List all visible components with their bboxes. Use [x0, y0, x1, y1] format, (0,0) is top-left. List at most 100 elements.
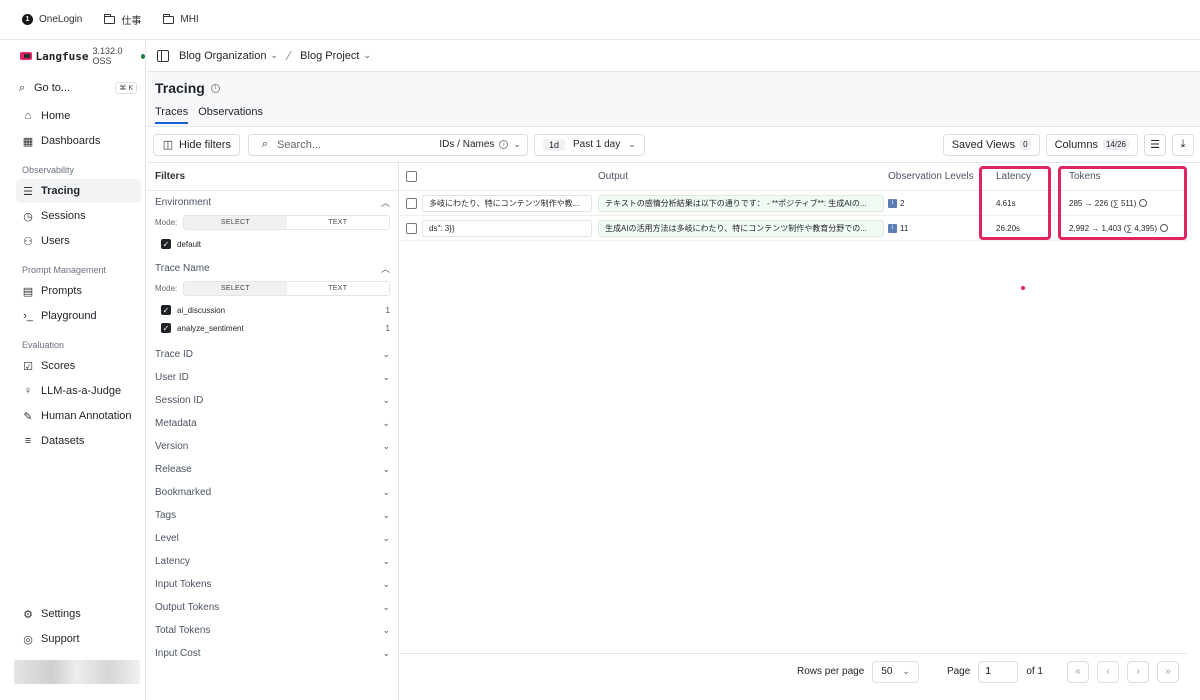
- column-output[interactable]: Output: [598, 163, 628, 190]
- first-page-button[interactable]: «: [1067, 660, 1089, 683]
- bookmark-folder-mhi[interactable]: MHI: [163, 13, 199, 25]
- breadcrumb-separator: ⁄: [288, 48, 291, 63]
- sidebar-item-playground[interactable]: ›_ Playground: [16, 304, 141, 328]
- sidebar-item-settings[interactable]: ⚙ Settings: [16, 602, 142, 626]
- sidebar-toggle-icon[interactable]: [157, 49, 169, 62]
- filters-title: Filters: [147, 163, 398, 191]
- filter-environment: Environment ︿ Mode: SELECT TEXT ✓ defaul…: [147, 191, 398, 253]
- filter-bookmarked[interactable]: Bookmarked ⌄: [147, 481, 398, 504]
- sidebar-item-scores[interactable]: ☑ Scores: [16, 354, 141, 378]
- filter-level[interactable]: Level ⌄: [147, 527, 398, 550]
- search-input[interactable]: [276, 138, 427, 151]
- column-observation-levels[interactable]: Observation Levels: [888, 163, 974, 190]
- bookmark-onelogin[interactable]: 1 OneLogin: [22, 14, 82, 25]
- shortcut-badge: ⌘ K: [115, 82, 137, 94]
- sidebar-item-sessions[interactable]: ◷ Sessions: [16, 204, 141, 228]
- chevron-up-icon: ︿: [380, 198, 390, 208]
- filter-option[interactable]: ✓ ai_discussion 1: [155, 301, 390, 319]
- chevron-right-icon: ›: [1136, 666, 1140, 677]
- brand[interactable]: Langfuse 3.132.0 OSS: [0, 40, 145, 72]
- tab-observations[interactable]: Observations: [198, 106, 263, 124]
- chevrons-left-icon: «: [1075, 666, 1081, 677]
- user-profile-blurred[interactable]: [14, 660, 140, 684]
- page-input[interactable]: [978, 660, 1019, 683]
- filter-user-id[interactable]: User ID ⌄: [147, 366, 398, 389]
- chevron-down-icon: ⌄: [382, 441, 390, 451]
- chevron-up-icon: ︿: [380, 264, 390, 274]
- date-range-picker[interactable]: 1d Past 1 day ⌄: [533, 133, 645, 156]
- breadcrumb-project[interactable]: Blog Project ⌄: [300, 50, 371, 62]
- chevron-down-icon: ⌄: [382, 349, 390, 359]
- last-page-button[interactable]: »: [1157, 660, 1179, 683]
- sidebar-item-dashboards[interactable]: ▦ Dashboards: [16, 129, 141, 153]
- collapsed-filters: Trace ID ⌄ User ID ⌄ Session ID ⌄ Metadata ⌄…: [147, 343, 398, 665]
- checkbox-checked-icon: ✓: [161, 323, 171, 333]
- info-icon[interactable]: i: [210, 83, 220, 93]
- row-checkbox[interactable]: [406, 197, 417, 209]
- goto-command[interactable]: ⌕ Go to... ⌘ K: [16, 78, 137, 98]
- search-icon: ⌕: [18, 81, 26, 94]
- row-checkbox[interactable]: [406, 222, 417, 234]
- ids-names-select[interactable]: IDs / Names i ⌄: [439, 135, 521, 155]
- filter-input-cost[interactable]: Input Cost ⌄: [147, 642, 398, 665]
- filter-latency[interactable]: Latency ⌄: [147, 550, 398, 573]
- sidebar-item-support[interactable]: ◎ Support: [16, 627, 142, 651]
- saved-views-button[interactable]: Saved Views 0: [942, 133, 1040, 156]
- rows-per-page-select[interactable]: 50 ⌄: [872, 660, 919, 683]
- filter-input-tokens[interactable]: Input Tokens ⌄: [147, 573, 398, 596]
- hide-filters-button[interactable]: ◫ Hide filters: [153, 133, 240, 156]
- select-all-checkbox[interactable]: [406, 171, 417, 182]
- dashboard-icon: ▦: [22, 135, 34, 148]
- chevron-down-icon: ⌄: [382, 533, 390, 543]
- filter-trace-id[interactable]: Trace ID ⌄: [147, 343, 398, 366]
- annotation-icon: ✎: [23, 410, 33, 423]
- level-icon: i: [888, 223, 897, 233]
- output-cell: テキストの感情分析結果は以下の通りです： - **ポジティブ**: 生成AIの.…: [598, 194, 884, 212]
- breadcrumb-org[interactable]: Blog Organization ⌄: [179, 50, 278, 62]
- tab-traces[interactable]: Traces: [155, 106, 189, 124]
- sidebar: Langfuse 3.132.0 OSS ⌕ Go to... ⌘ K ⌂ Ho…: [0, 40, 146, 700]
- filter-output-tokens[interactable]: Output Tokens ⌄: [147, 596, 398, 619]
- list-tree-icon: ☰: [23, 185, 33, 198]
- sidebar-item-home[interactable]: ⌂ Home: [16, 104, 141, 128]
- columns-button[interactable]: Columns 14/26: [1045, 133, 1138, 156]
- sidebar-item-llm-judge[interactable]: ♀ LLM-as-a-Judge: [16, 379, 141, 403]
- filter-option[interactable]: ✓ default: [155, 235, 390, 253]
- filter-total-tokens[interactable]: Total Tokens ⌄: [147, 619, 398, 642]
- filter-session-id[interactable]: Session ID ⌄: [147, 389, 398, 412]
- filter-trace-name-header[interactable]: Trace Name ︿: [155, 257, 390, 280]
- mode-text[interactable]: TEXT: [287, 216, 389, 229]
- bookmark-folder-work[interactable]: 仕事: [104, 12, 141, 27]
- sidebar-item-human-annotation[interactable]: ✎ Human Annotation: [16, 404, 141, 428]
- filter-version[interactable]: Version ⌄: [147, 435, 398, 458]
- download-icon: ⤓: [1180, 138, 1186, 150]
- sidebar-item-prompts[interactable]: ▤ Prompts: [16, 279, 141, 303]
- filter-metadata[interactable]: Metadata ⌄: [147, 412, 398, 435]
- cursor-dot: [1021, 286, 1025, 290]
- chevron-down-icon: ⌄: [270, 50, 278, 60]
- chevron-down-icon: ⌄: [902, 666, 910, 676]
- mode-toggle: SELECT TEXT: [183, 215, 390, 230]
- sidebar-item-datasets[interactable]: ≡ Datasets: [16, 429, 141, 453]
- filter-environment-header[interactable]: Environment ︿: [155, 191, 390, 214]
- lightbulb-icon: ♀: [23, 385, 33, 397]
- prev-page-button[interactable]: ‹: [1097, 660, 1119, 683]
- sidebar-item-tracing[interactable]: ☰ Tracing: [16, 179, 141, 203]
- download-button[interactable]: ⤓: [1172, 133, 1194, 156]
- chevron-down-icon: ⌄: [382, 372, 390, 382]
- filter-release[interactable]: Release ⌄: [147, 458, 398, 481]
- sidebar-item-users[interactable]: ⚇ Users: [16, 229, 141, 253]
- filter-option[interactable]: ✓ analyze_sentiment 1: [155, 319, 390, 337]
- row-height-button[interactable]: ☰: [1144, 133, 1166, 156]
- mode-text[interactable]: TEXT: [287, 282, 389, 295]
- range-short: 1d: [542, 138, 565, 151]
- chevron-left-icon: ‹: [1106, 666, 1110, 677]
- chevron-down-icon: ⌄: [382, 625, 390, 635]
- folder-icon: [104, 13, 116, 24]
- mode-select[interactable]: SELECT: [184, 216, 287, 229]
- levels-cell: 2: [900, 198, 905, 208]
- chevron-down-icon: ⌄: [363, 50, 372, 60]
- mode-select[interactable]: SELECT: [184, 282, 287, 295]
- filter-tags[interactable]: Tags ⌄: [147, 504, 398, 527]
- next-page-button[interactable]: ›: [1127, 660, 1149, 683]
